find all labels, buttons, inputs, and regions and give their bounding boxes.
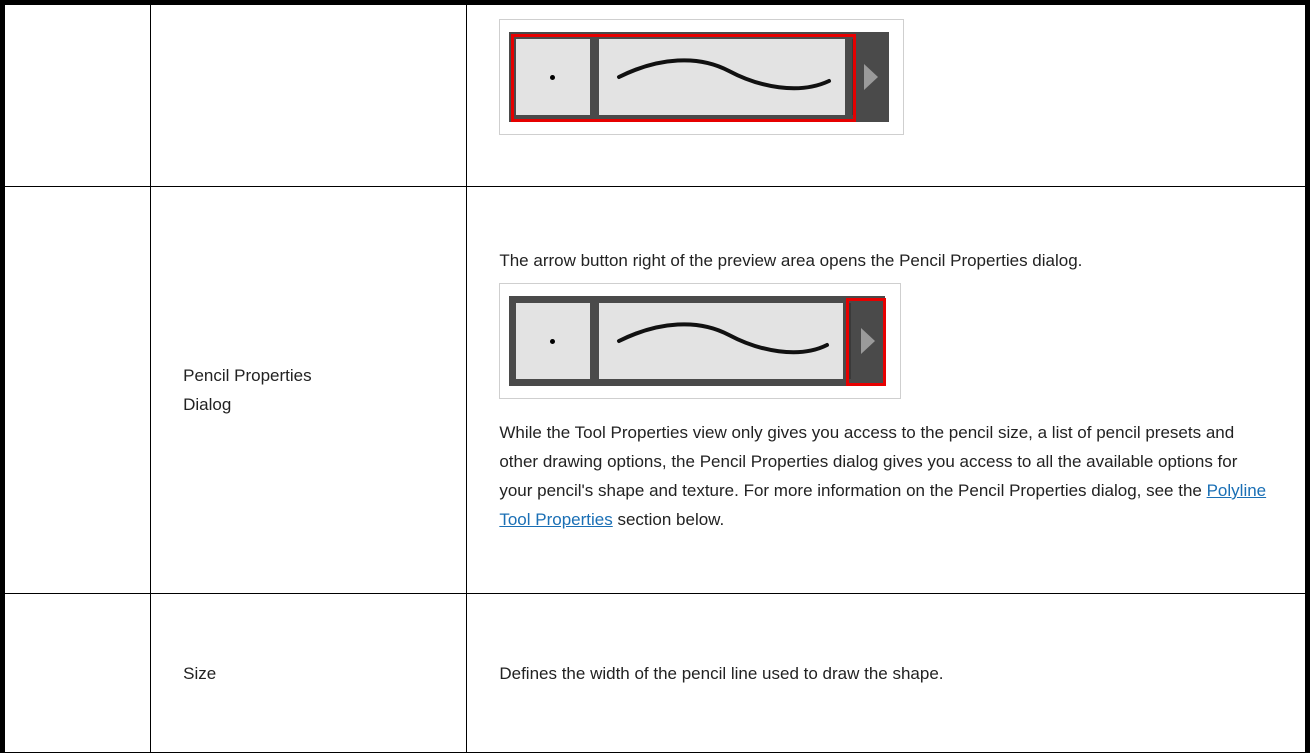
table-row: Size Defines the width of the pencil lin… (3, 593, 1306, 753)
brush-stroke-icon (617, 322, 830, 355)
description-intro: The arrow button right of the preview ar… (499, 251, 1083, 270)
property-description: Defines the width of the pencil line use… (499, 663, 944, 683)
table-cell-name: Size (150, 593, 468, 753)
table-cell-name: Pencil Properties Dialog (150, 186, 468, 594)
properties-table: Pencil Properties Dialog The arrow butto… (3, 4, 1306, 753)
description-body: While the Tool Properties view only give… (499, 418, 1275, 534)
description-body-tail: section below. (612, 510, 725, 529)
table-cell-icon (3, 4, 152, 187)
table-cell-name (150, 4, 468, 187)
table-row: Pencil Properties Dialog The arrow butto… (3, 186, 1306, 594)
arrow-button-highlight (846, 298, 887, 386)
preview-area-highlight (511, 34, 857, 122)
brush-size-dot-icon (550, 339, 556, 344)
table-cell-description: Defines the width of the pencil line use… (466, 593, 1306, 753)
table-cell-icon (3, 186, 152, 594)
brush-preview-image-preview-highlight (499, 19, 905, 135)
property-name: Size (183, 663, 217, 683)
open-dialog-arrow-button[interactable] (852, 39, 883, 115)
table-cell-icon (3, 593, 152, 753)
table-row (3, 4, 1306, 187)
description-body-text: While the Tool Properties view only give… (499, 423, 1238, 500)
brush-preview-image-arrow-highlight (499, 283, 902, 399)
table-cell-description: The arrow button right of the preview ar… (466, 186, 1306, 594)
property-name: Pencil Properties Dialog (183, 366, 312, 414)
table-cell-description (466, 4, 1306, 187)
